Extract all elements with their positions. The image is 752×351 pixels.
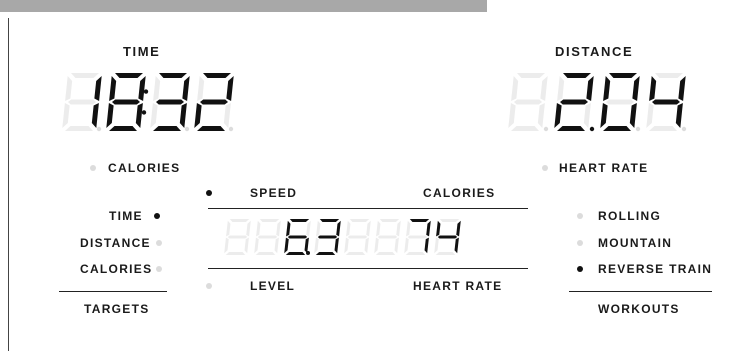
calories-digit bbox=[374, 219, 401, 255]
workout-mountain-label: MOUNTAIN bbox=[598, 236, 673, 250]
center-top-rule bbox=[208, 208, 528, 209]
workout-reverse-train-indicator[interactable] bbox=[577, 266, 583, 272]
level-label: LEVEL bbox=[250, 279, 296, 293]
distance-display bbox=[508, 73, 687, 132]
time-decimal-point bbox=[184, 126, 190, 132]
workout-rolling-indicator[interactable] bbox=[577, 213, 583, 219]
calories-digit bbox=[434, 219, 461, 255]
workout-reverse-train-label: REVERSE TRAIN bbox=[598, 262, 713, 276]
level-indicator[interactable] bbox=[206, 283, 212, 289]
time-decimal-point bbox=[228, 126, 234, 132]
target-calories-indicator[interactable] bbox=[156, 266, 162, 272]
center-calories-label: CALORIES bbox=[423, 186, 496, 200]
center-heart-rate-label: HEART RATE bbox=[413, 279, 503, 293]
speed-digit bbox=[254, 219, 281, 255]
distance-decimal-point bbox=[681, 126, 687, 132]
time-colon bbox=[143, 89, 149, 94]
distance-label: DISTANCE bbox=[555, 44, 634, 59]
time-label: TIME bbox=[123, 44, 161, 59]
distance-decimal-point bbox=[589, 126, 595, 132]
distance-digit bbox=[508, 73, 548, 131]
distance-digit bbox=[600, 73, 640, 131]
speed-digit bbox=[224, 219, 251, 255]
target-time-indicator[interactable] bbox=[154, 213, 160, 219]
targets-rule bbox=[59, 291, 167, 292]
top-bar bbox=[0, 0, 487, 12]
targets-title: TARGETS bbox=[84, 302, 150, 316]
distance-decimal-point bbox=[635, 126, 641, 132]
speed-decimal-point bbox=[306, 251, 310, 255]
console-frame-edge bbox=[8, 18, 9, 351]
speed-label: SPEED bbox=[250, 186, 298, 200]
time-digit bbox=[150, 73, 190, 131]
distance-digit bbox=[554, 73, 594, 131]
speed-digit bbox=[314, 219, 341, 255]
workout-rolling-label: ROLLING bbox=[598, 209, 662, 223]
calories-digit bbox=[404, 219, 431, 255]
time-digit bbox=[62, 73, 102, 131]
distance-decimal-point bbox=[543, 126, 549, 132]
time-display bbox=[62, 73, 234, 132]
speed-indicator[interactable] bbox=[206, 190, 212, 196]
center-bottom-rule bbox=[208, 268, 528, 269]
target-calories-label: CALORIES bbox=[80, 262, 153, 276]
heart-rate-mode-indicator[interactable] bbox=[542, 165, 548, 171]
calories-digit bbox=[344, 219, 371, 255]
time-digit bbox=[194, 73, 234, 131]
heart-rate-mode-label: HEART RATE bbox=[559, 161, 649, 175]
target-distance-indicator[interactable] bbox=[156, 240, 162, 246]
time-decimal-point bbox=[96, 126, 102, 132]
distance-digit bbox=[646, 73, 686, 131]
time-digit bbox=[106, 73, 146, 131]
workout-mountain-indicator[interactable] bbox=[577, 240, 583, 246]
target-time-label: TIME bbox=[109, 209, 143, 223]
speed-calories-display bbox=[224, 219, 461, 255]
calories-mode-label: CALORIES bbox=[108, 161, 181, 175]
workouts-title: WORKOUTS bbox=[598, 302, 680, 316]
time-colon bbox=[141, 110, 147, 115]
calories-mode-indicator[interactable] bbox=[90, 165, 96, 171]
speed-digit bbox=[284, 219, 311, 255]
target-distance-label: DISTANCE bbox=[80, 236, 151, 250]
workouts-rule bbox=[569, 291, 712, 292]
